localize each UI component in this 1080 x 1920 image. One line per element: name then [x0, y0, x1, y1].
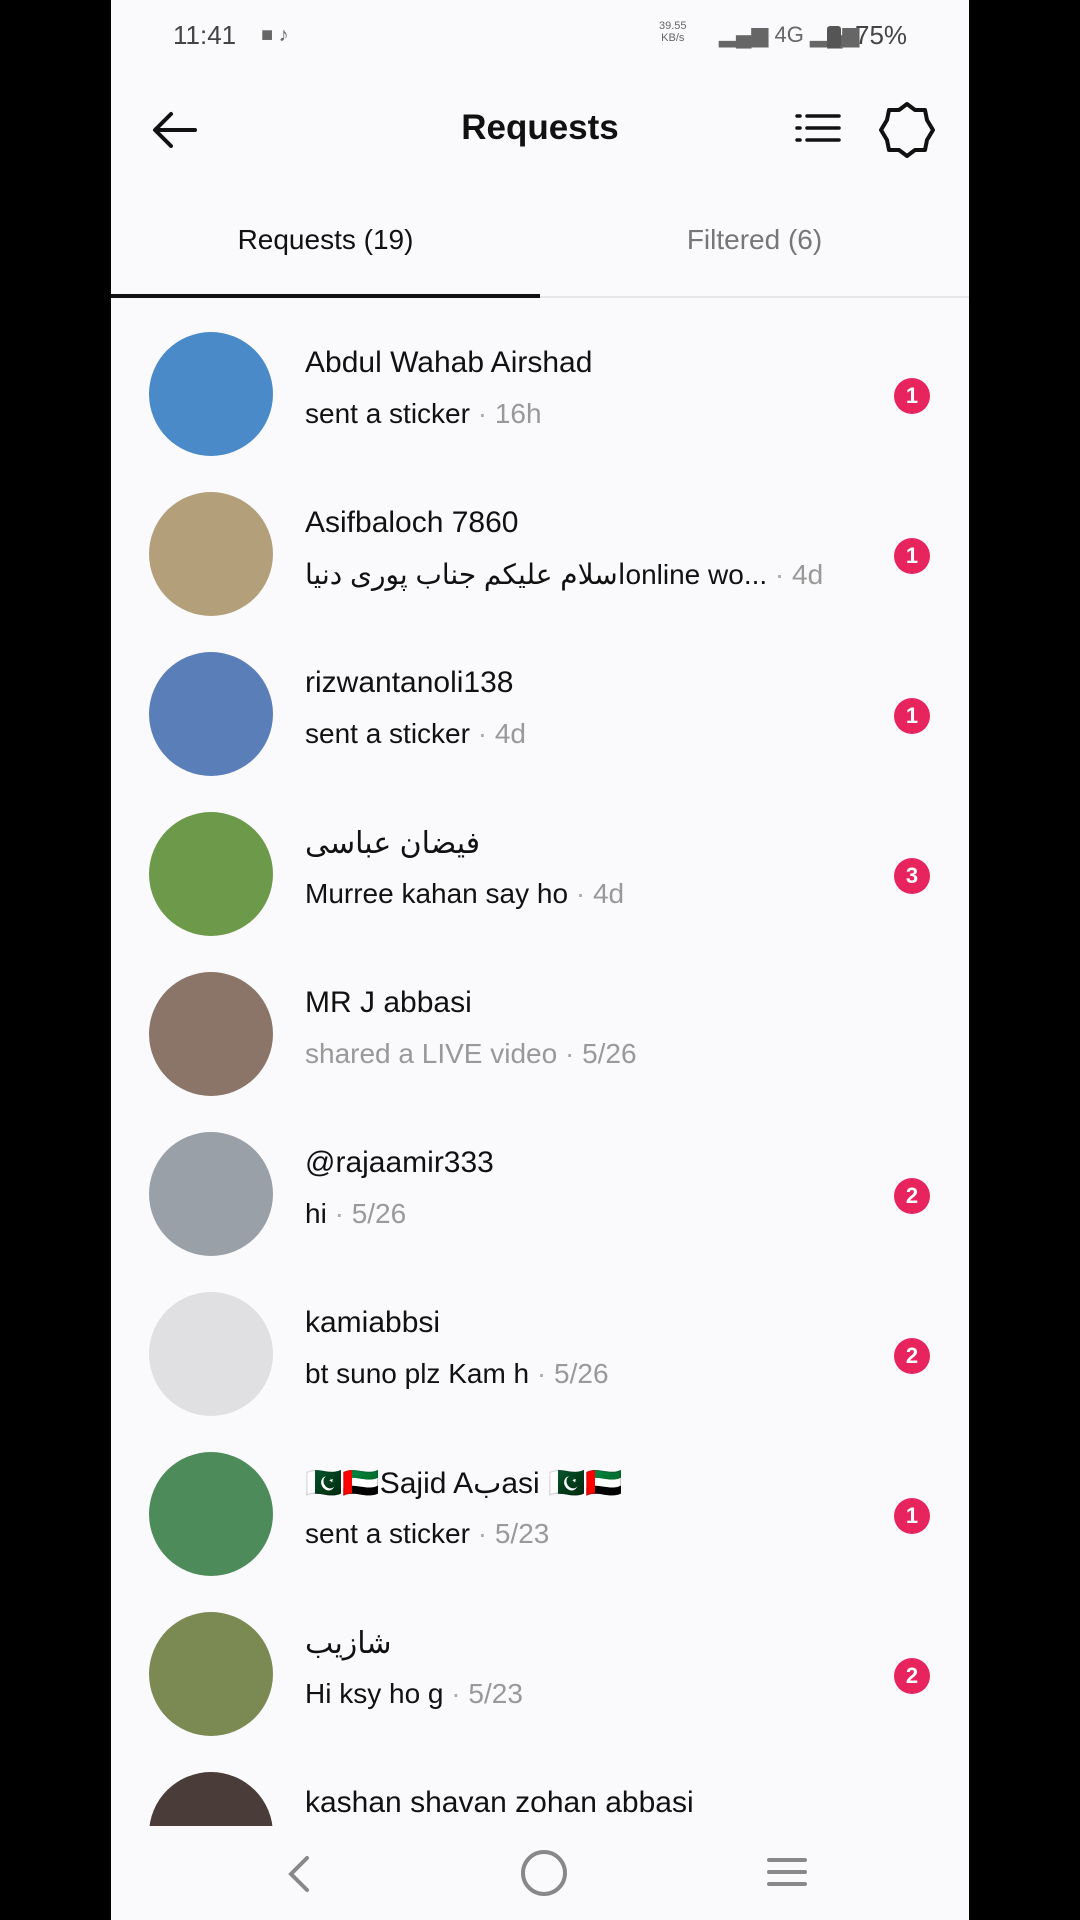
message-time: 5/26 [554, 1358, 609, 1389]
status-time: 11:41 [173, 20, 237, 50]
header: Requests [111, 72, 969, 192]
tab-filtered[interactable]: Filtered (6) [540, 224, 969, 256]
separator-dot: · [469, 398, 495, 429]
request-preview: Hi ksy ho g · 5/23 [305, 1678, 523, 1710]
tab-requests[interactable]: Requests (19) [111, 224, 540, 256]
system-nav-bar [111, 1826, 969, 1920]
avatar[interactable] [149, 1612, 273, 1736]
avatar[interactable] [149, 812, 273, 936]
screen: 11:41 ■ ♪ 39.55 KB/s ▂▄▆ 4G ▂▄▆ 75% Requ… [111, 0, 969, 1920]
avatar[interactable] [149, 1452, 273, 1576]
avatar[interactable] [149, 1292, 273, 1416]
status-bar: 11:41 ■ ♪ 39.55 KB/s ▂▄▆ 4G ▂▄▆ 75% [111, 0, 969, 72]
network-type: 4G [774, 22, 804, 47]
request-row[interactable]: @rajaamir333 hi · 5/26 2 [111, 1120, 969, 1280]
message-text: sent a sticker [305, 398, 470, 429]
request-preview: sent a sticker · 5/23 [305, 1518, 549, 1550]
message-time: 4d [494, 718, 526, 749]
unread-badge: 1 [894, 378, 930, 414]
message-text: Hi ksy ho g [305, 1678, 444, 1709]
request-preview: hi · 5/26 [305, 1198, 406, 1230]
unread-badge: 1 [894, 698, 930, 734]
request-name: kamiabbsi [305, 1306, 441, 1339]
notification-icons: ■ ♪ [261, 24, 289, 46]
avatar[interactable] [149, 332, 273, 456]
avatar[interactable] [149, 492, 273, 616]
request-name: Asifbaloch 7860 [305, 506, 519, 539]
request-preview: shared a LIVE video · 5/26 [305, 1038, 637, 1070]
unread-badge: 2 [894, 1338, 930, 1374]
message-text: sent a sticker [305, 718, 470, 749]
separator-dot: · [529, 1358, 555, 1389]
request-preview: Murree kahan say ho · 4d [305, 878, 624, 910]
tab-bar: Requests (19) Filtered (6) [111, 212, 969, 298]
message-text: Murree kahan say ho [305, 878, 569, 909]
message-time: 4d [792, 559, 824, 590]
message-time: 16h [494, 398, 542, 429]
message-time: 5/23 [494, 1518, 550, 1549]
request-name: rizwantanoli138 [305, 666, 514, 699]
unread-badge: 3 [894, 858, 930, 894]
request-name: فیضان عباسی [305, 827, 481, 860]
active-tab-indicator [111, 294, 540, 298]
gear-icon[interactable] [877, 100, 937, 160]
list-icon[interactable] [793, 106, 843, 156]
message-text: hi [305, 1198, 327, 1229]
request-name: @rajaamir333 [305, 1146, 494, 1179]
avatar[interactable] [149, 652, 273, 776]
message-text: bt suno plz Kam h [305, 1358, 530, 1389]
request-name: MR J abbasi [305, 986, 472, 1019]
unread-badge: 1 [894, 538, 930, 574]
request-row[interactable]: kamiabbsi bt suno plz Kam h · 5/26 2 [111, 1280, 969, 1440]
avatar[interactable] [149, 972, 273, 1096]
avatar[interactable] [149, 1132, 273, 1256]
request-preview: bt suno plz Kam h · 5/26 [305, 1358, 609, 1390]
message-time: 5/26 [582, 1038, 637, 1069]
separator-dot: · [767, 559, 793, 590]
request-name: شازیب [305, 1627, 392, 1660]
nav-recents-icon[interactable] [767, 1852, 807, 1892]
separator-dot: · [469, 1518, 495, 1549]
request-row[interactable]: rizwantanoli138 sent a sticker · 4d 1 [111, 640, 969, 800]
message-text: shared a LIVE video [305, 1038, 558, 1069]
request-row[interactable]: Asifbaloch 7860 اسلام علیکم جناب پوری دنی… [111, 480, 969, 640]
message-text: اسلام علیکم جناب پوری دنیاonline wo... [305, 559, 768, 590]
request-preview: sent a sticker · 4d [305, 718, 526, 750]
separator-dot: · [326, 1198, 352, 1229]
nav-home-icon[interactable] [521, 1850, 567, 1896]
battery-level: 75% [855, 20, 908, 50]
message-text: sent a sticker [305, 1518, 470, 1549]
battery-icon [827, 26, 841, 48]
network-speed: 39.55 KB/s [659, 20, 687, 44]
request-name: Abdul Wahab Airshad [305, 346, 593, 379]
request-row[interactable]: شازیب Hi ksy ho g · 5/23 2 [111, 1600, 969, 1760]
unread-badge: 2 [894, 1178, 930, 1214]
message-time: 5/23 [468, 1678, 523, 1709]
message-time: 5/26 [351, 1198, 407, 1229]
request-row[interactable]: 🇵🇰🇦🇪Sajid Aبasi 🇵🇰🇦🇪 sent a sticker · 5/2… [111, 1440, 969, 1600]
message-time: 4d [592, 878, 625, 909]
nav-back-icon[interactable] [281, 1854, 317, 1894]
request-row[interactable]: فیضان عباسی Murree kahan say ho · 4d 3 [111, 800, 969, 960]
separator-dot: · [557, 1038, 583, 1069]
separator-dot: · [568, 878, 593, 909]
request-name: kashan shavan zohan abbasi [305, 1786, 694, 1819]
separator-dot: · [469, 718, 495, 749]
request-name: 🇵🇰🇦🇪Sajid Aبasi 🇵🇰🇦🇪 [305, 1467, 623, 1500]
request-row[interactable]: Abdul Wahab Airshad sent a sticker · 16h 1 [111, 320, 969, 480]
unread-badge: 2 [894, 1658, 930, 1694]
request-row[interactable]: MR J abbasi shared a LIVE video · 5/26 [111, 960, 969, 1120]
request-preview: اسلام علیکم جناب پوری دنیاonline wo... ·… [305, 558, 823, 591]
request-preview: sent a sticker · 16h [305, 398, 542, 430]
separator-dot: · [443, 1678, 469, 1709]
unread-badge: 1 [894, 1498, 930, 1534]
